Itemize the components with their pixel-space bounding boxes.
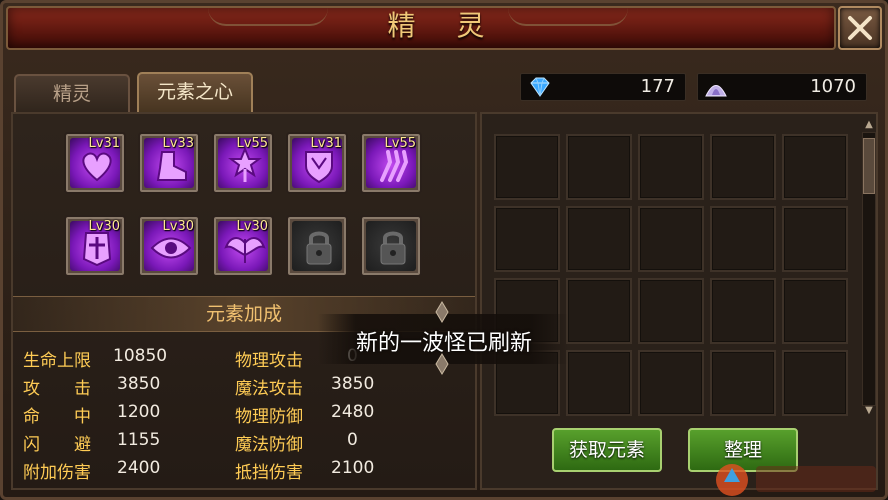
ornament-icon [435,301,449,323]
inventory-panel: ▲ ▼ [480,112,878,490]
shield-emblem-icon [305,151,333,184]
element-slot-2[interactable]: Lv33 [138,132,200,194]
slot-level: Lv55 [236,136,268,151]
watermark-logo [712,458,882,500]
inventory-slot[interactable] [710,350,776,416]
star-staff-emblem-icon [228,146,262,182]
inventory-slot[interactable] [494,206,560,272]
toast-message: 新的一波怪已刷新 [356,331,533,356]
inventory-slot[interactable] [638,134,704,200]
stat-value: 10850 [113,346,168,366]
stat-value: 1155 [117,430,161,450]
eye-emblem-icon [150,237,192,259]
stat-label: 攻 击 [23,379,91,399]
stat-label: 物理防御 [235,407,303,427]
stat-value: 3850 [117,374,161,394]
slot-level: Lv33 [162,136,194,151]
inventory-slot[interactable] [566,350,632,416]
inventory-slot[interactable] [710,134,776,200]
padlock-icon [306,231,332,265]
stat-label: 闪 避 [23,435,91,455]
stat-label: 命 中 [23,407,91,427]
obtain-element-button[interactable]: 获取元素 [552,428,662,472]
tab-element-heart[interactable]: 元素之心 [137,72,253,114]
inventory-slot[interactable] [782,206,848,272]
close-x-icon [848,16,872,40]
slot-level: Lv31 [310,136,342,151]
window-title: 精 灵 [387,9,501,42]
element-slot-1[interactable]: Lv31 [64,132,126,194]
slot-level: Lv31 [88,136,120,151]
close-button[interactable] [838,6,882,50]
inventory-slot[interactable] [710,206,776,272]
element-panel: Lv31 Lv33 Lv55 Lv31 Lv55 Lv30 Lv30 Lv30 … [11,112,477,490]
armor-emblem-icon [82,232,112,267]
stat-value: 2100 [331,458,375,478]
locked-slot-2[interactable] [360,215,422,277]
slot-level: Lv30 [162,219,194,234]
inventory-slot[interactable] [638,350,704,416]
locked-slot-1[interactable] [286,215,348,277]
stat-label: 魔法攻击 [235,379,303,399]
inventory-slot[interactable] [566,206,632,272]
heart-emblem-icon [82,152,112,182]
element-slot-7[interactable]: Lv30 [138,215,200,277]
inventory-slot[interactable] [638,206,704,272]
stat-value: 0 [347,430,358,450]
crystal-value: 1070 [810,76,856,97]
slot-level: Lv30 [236,219,268,234]
stat-label: 抵挡伤害 [235,463,303,483]
diamond-counter: 177 [520,73,686,101]
stat-label: 魔法防御 [235,435,303,455]
stat-value: 1200 [117,402,161,422]
padlock-icon [380,231,406,265]
element-slot-3[interactable]: Lv55 [212,132,274,194]
tab-spirit[interactable]: 精灵 [14,74,130,112]
stat-label: 生命上限 [23,351,91,371]
claw-emblem-icon [380,150,409,182]
crystal-counter: 1070 [697,73,867,101]
logo-icon [716,464,876,496]
inventory-slot[interactable] [566,134,632,200]
blue-diamond-icon [530,77,550,97]
inventory-slot[interactable] [494,134,560,200]
element-slot-4[interactable]: Lv31 [286,132,348,194]
stat-value: 3850 [331,374,375,394]
inventory-scrollbar[interactable]: ▲ ▼ [862,118,876,418]
boot-emblem-icon [156,151,187,181]
stat-label: 物理攻击 [235,351,303,371]
slot-level: Lv55 [384,136,416,151]
element-slot-5[interactable]: Lv55 [360,132,422,194]
element-slot-6[interactable]: Lv30 [64,215,126,277]
inventory-slot[interactable] [782,350,848,416]
purple-crystal-icon [705,85,727,97]
slot-level: Lv30 [88,219,120,234]
stat-label: 附加伤害 [23,463,91,483]
stat-value: 2400 [117,458,161,478]
wings-emblem-icon [224,237,266,263]
stat-value: 2480 [331,402,375,422]
diamond-value: 177 [640,76,675,97]
element-slot-8[interactable]: Lv30 [212,215,274,277]
inventory-slot[interactable] [782,278,848,344]
scroll-up-icon[interactable]: ▲ [862,118,876,132]
scroll-thumb[interactable] [863,138,875,194]
inventory-slot[interactable] [782,134,848,200]
scroll-down-icon[interactable]: ▼ [862,404,876,418]
